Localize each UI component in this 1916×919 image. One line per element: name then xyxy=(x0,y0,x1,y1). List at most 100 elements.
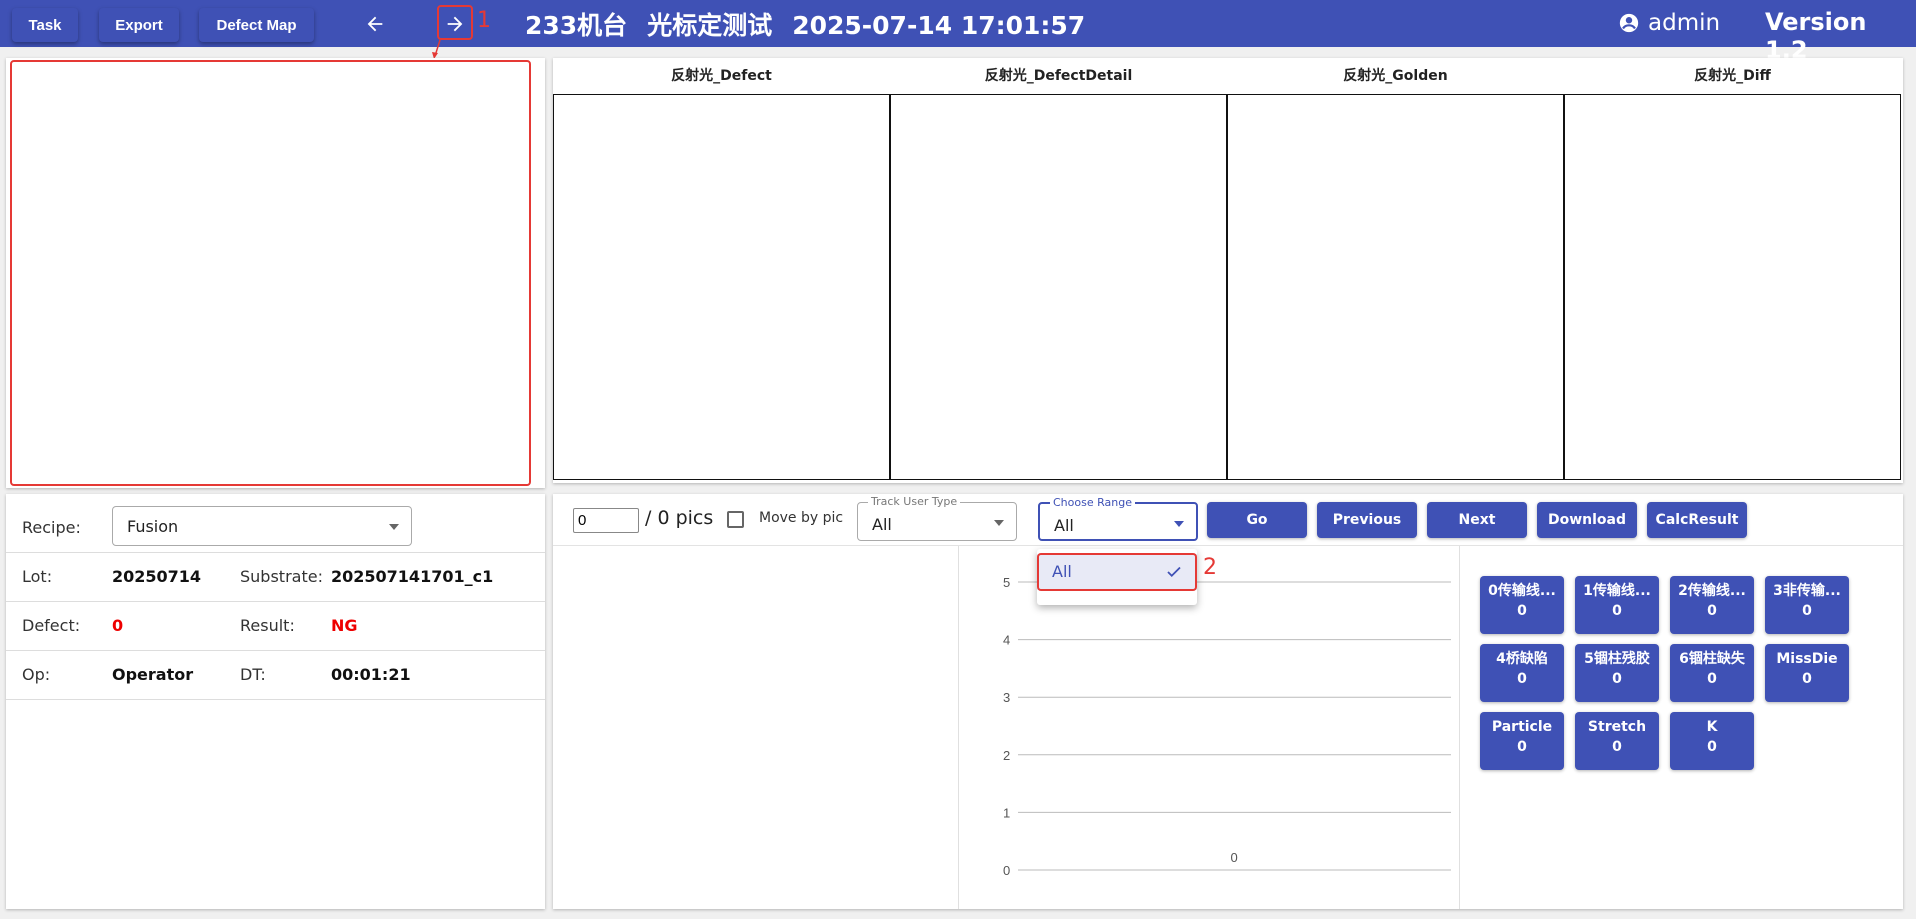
user-menu[interactable]: admin xyxy=(1618,10,1720,36)
op-label: Op: xyxy=(22,665,51,684)
chevron-down-icon xyxy=(389,524,399,530)
defect-category-button[interactable]: 4桥缺陷 0 xyxy=(1480,644,1564,702)
move-by-pic-checkbox[interactable] xyxy=(727,511,744,528)
category-count: 0 xyxy=(1612,739,1622,755)
machine-name: 233机台 xyxy=(525,11,628,40)
choose-range-select[interactable]: Choose Range All xyxy=(1038,496,1198,541)
choose-range-label: Choose Range xyxy=(1050,496,1135,509)
track-user-type-select[interactable]: Track User Type All xyxy=(857,495,1017,541)
recipe-select[interactable]: Fusion xyxy=(112,506,412,546)
go-button[interactable]: Go xyxy=(1207,502,1307,538)
category-name: 4桥缺陷 xyxy=(1496,651,1548,667)
datetime: 2025-07-14 17:01:57 xyxy=(792,11,1086,40)
page-title: 233机台 光标定测试 2025-07-14 17:01:57 xyxy=(525,6,1105,42)
defect-category-button[interactable]: 3非传输... 0 xyxy=(1765,576,1849,634)
category-name: 3非传输... xyxy=(1773,583,1841,599)
next-button[interactable]: Next xyxy=(1427,502,1527,538)
image-column-defect: 反射光_Defect xyxy=(553,58,890,483)
category-name: 1传输线... xyxy=(1583,583,1651,599)
bar-data-label: 0 xyxy=(1231,850,1238,865)
image-frame xyxy=(553,94,890,480)
recipe-value: Fusion xyxy=(127,517,179,536)
move-by-pic-label: Move by pic xyxy=(759,510,844,526)
annotation-box-1 xyxy=(437,5,473,40)
defect-value: 0 xyxy=(112,616,124,635)
category-count: 0 xyxy=(1707,739,1717,755)
lot-row: Lot: 20250714 Substrate: 202507141701_c1 xyxy=(6,553,545,602)
version-label: Version 1.2 xyxy=(1765,8,1867,64)
track-user-type-value: All xyxy=(872,515,892,534)
calc-result-button[interactable]: CalcResult xyxy=(1647,502,1747,538)
track-user-type-label: Track User Type xyxy=(868,495,961,508)
y-tick-label: 5 xyxy=(1003,575,1010,590)
account-circle-icon xyxy=(1619,13,1639,33)
image-title: 反射光_Golden xyxy=(1343,68,1448,84)
download-button[interactable]: Download xyxy=(1537,502,1637,538)
result-label: Result: xyxy=(240,616,295,635)
category-count: 0 xyxy=(1517,739,1527,755)
image-title: 反射光_Defect xyxy=(671,68,772,84)
op-row: Op: Operator DT: 00:01:21 xyxy=(6,651,545,700)
back-button[interactable] xyxy=(358,8,392,40)
defect-category-button[interactable]: 1传输线... 0 xyxy=(1575,576,1659,634)
category-name: 5锢柱残胶 xyxy=(1584,651,1650,667)
defect-category-button[interactable]: 2传输线... 0 xyxy=(1670,576,1754,634)
defect-category-button[interactable]: Particle 0 xyxy=(1480,712,1564,770)
category-count: 0 xyxy=(1707,603,1717,619)
defect-category-button[interactable]: 0传输线... 0 xyxy=(1480,576,1564,634)
category-count: 0 xyxy=(1612,603,1622,619)
image-panel: 反射光_Defect 反射光_DefectDetail 反射光_Golden 反… xyxy=(553,58,1903,483)
defect-category-button[interactable]: K0 xyxy=(1670,712,1754,770)
annotation-label-2: 2 xyxy=(1203,555,1217,580)
y-tick-label: 2 xyxy=(1003,748,1010,763)
category-count: 0 xyxy=(1802,603,1812,619)
image-frame xyxy=(1564,94,1901,480)
lot-value: 20250714 xyxy=(112,567,202,586)
category-count: 0 xyxy=(1612,671,1622,687)
username: admin xyxy=(1648,10,1721,36)
category-count: 0 xyxy=(1802,671,1812,687)
preview-panel xyxy=(6,58,545,488)
recipe-row: Recipe: Fusion xyxy=(6,494,545,553)
defect-category-button[interactable]: 6锢柱缺失 0 xyxy=(1670,644,1754,702)
top-bar: Task Export Defect Map 233机台 光标定测试 2025-07… xyxy=(0,0,1916,64)
y-tick-label: 0 xyxy=(1003,863,1010,878)
chevron-down-icon xyxy=(994,520,1004,526)
annotation-box-2 xyxy=(1037,553,1197,591)
chevron-down-icon xyxy=(1174,521,1184,527)
defect-category-button[interactable]: Stretch 0 xyxy=(1575,712,1659,770)
substrate-label: Substrate: xyxy=(240,567,323,586)
defect-chart: 0 1 2 3 4 5 0 xyxy=(1003,575,1451,878)
defect-map-button[interactable]: Defect Map xyxy=(199,8,314,42)
defect-category-button[interactable]: MissDie 0 xyxy=(1765,644,1849,702)
image-title: 反射光_Diff xyxy=(1694,68,1771,84)
task-button[interactable]: Task xyxy=(12,8,78,42)
analysis-panel: / 0 pics Move by pic Track User Type All… xyxy=(553,494,1903,909)
category-count: 0 xyxy=(1517,671,1527,687)
dt-value: 00:01:21 xyxy=(331,665,411,684)
image-frame xyxy=(1227,94,1564,480)
substrate-value: 202507141701_c1 xyxy=(331,567,494,586)
export-button[interactable]: Export xyxy=(99,8,179,42)
image-title: 反射光_DefectDetail xyxy=(984,68,1133,84)
category-name: MissDie xyxy=(1776,651,1838,667)
category-count: 0 xyxy=(1707,671,1717,687)
category-count: 0 xyxy=(1517,603,1527,619)
defect-category-button[interactable]: 5锢柱残胶 0 xyxy=(1575,644,1659,702)
defect-label: Defect: xyxy=(22,616,81,635)
category-name: 2传输线... xyxy=(1678,583,1746,599)
result-value: NG xyxy=(331,616,358,635)
category-name: Particle xyxy=(1491,719,1553,735)
previous-button[interactable]: Previous xyxy=(1317,502,1417,538)
y-tick-label: 4 xyxy=(1003,633,1010,648)
dt-label: DT: xyxy=(240,665,266,684)
image-column-diff: 反射光_Diff xyxy=(1564,58,1901,483)
pic-index-input[interactable] xyxy=(573,508,639,533)
image-frame xyxy=(890,94,1227,480)
chart-divider xyxy=(1459,546,1460,909)
arrow-left-icon xyxy=(367,16,383,32)
category-name: K xyxy=(1706,719,1718,735)
pics-count: / 0 pics xyxy=(645,507,714,529)
highlighted-preview-area xyxy=(10,60,531,486)
annotation-label-1: 1 xyxy=(477,8,491,33)
